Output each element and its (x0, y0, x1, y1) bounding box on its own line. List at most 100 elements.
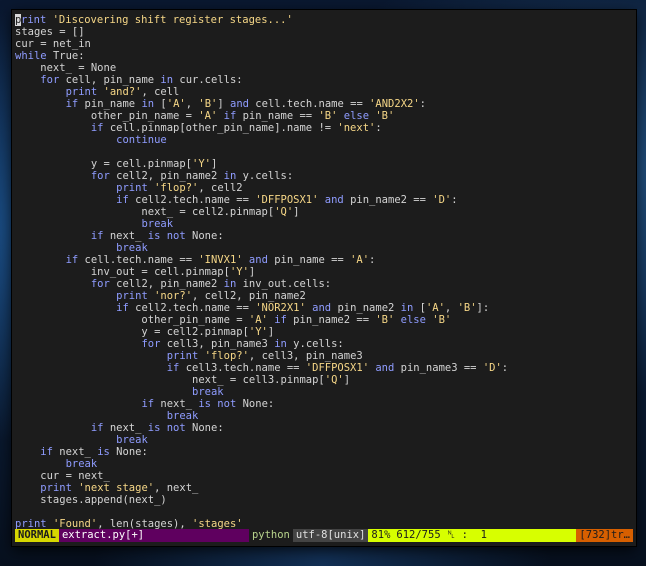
code-line[interactable]: for cell2, pin_name2 in inv_out.cells: (15, 278, 636, 290)
code-token: 'next stage' (78, 482, 155, 494)
code-token: ] (210, 158, 218, 170)
code-line[interactable]: if cell2.tech.name == 'DFFPOSX1' and pin… (15, 194, 636, 206)
code-token: cell.tech.name == (255, 98, 370, 110)
code-line[interactable]: stages.append(next_) (15, 494, 636, 506)
code-editor[interactable]: print 'Discovering shift register stages… (15, 14, 636, 530)
code-token: 'Discovering shift register stages...' (52, 14, 293, 26)
code-line[interactable]: if next_ is not None: (15, 422, 636, 434)
code-token: None: (242, 398, 275, 410)
code-line[interactable]: if cell3.tech.name == 'DFFPOSX1' and pin… (15, 362, 636, 374)
code-token: 'next' (337, 122, 376, 134)
code-token: cell, pin_name (65, 74, 161, 86)
code-line[interactable]: if cell.pinmap[other_pin_name].name != '… (15, 122, 636, 134)
code-token: pin_name2 (337, 302, 401, 314)
code-token: other_pin_name = (15, 314, 249, 326)
code-line[interactable]: break (15, 458, 636, 470)
code-token: 'DFFPOSX1' (255, 194, 325, 206)
code-line[interactable]: if next_ is None: (15, 446, 636, 458)
code-token: if (274, 314, 294, 326)
code-line[interactable]: for cell2, pin_name2 in y.cells: (15, 170, 636, 182)
code-token: 'nor?' (154, 290, 193, 302)
code-line[interactable]: inv_out = cell.pinmap['Y'] (15, 266, 636, 278)
code-token: for (90, 170, 117, 182)
code-token: pin_name (84, 98, 142, 110)
code-line[interactable]: next_ = cell3.pinmap['Q'] (15, 374, 636, 386)
code-line[interactable]: if next_ is not None: (15, 398, 636, 410)
code-token: 'D' (432, 194, 452, 206)
code-token: 'AND2X2' (369, 98, 420, 110)
code-token: ] (343, 374, 351, 386)
code-line[interactable]: print 'flop?', cell2 (15, 182, 636, 194)
code-line[interactable]: if pin_name in ['A', 'B'] and cell.tech.… (15, 98, 636, 110)
code-token: break (116, 242, 148, 254)
code-line[interactable]: print 'flop?', cell3, pin_name3 (15, 350, 636, 362)
code-line[interactable] (15, 506, 636, 518)
code-token: True: (52, 50, 85, 62)
code-line[interactable]: next_ = cell2.pinmap['Q'] (15, 206, 636, 218)
code-token: next_ (109, 230, 148, 242)
terminal-window[interactable]: print 'Discovering shift register stages… (12, 10, 636, 546)
code-line[interactable]: if cell.tech.name == 'INVX1' and pin_nam… (15, 254, 636, 266)
code-token: cur = net_in (15, 38, 91, 50)
code-token: is (97, 446, 117, 458)
code-line[interactable]: stages = [] (15, 26, 636, 38)
code-line[interactable]: for cell, pin_name in cur.cells: (15, 74, 636, 86)
code-token: ]: (476, 302, 490, 314)
code-token: else (400, 314, 433, 326)
code-line[interactable]: print 'next stage', next_ (15, 482, 636, 494)
code-token: 'B' (457, 302, 477, 314)
code-line[interactable] (15, 146, 636, 158)
code-token: y = cell2.pinmap[ (15, 326, 249, 338)
code-line[interactable]: if cell2.tech.name == 'NOR2X1' and pin_n… (15, 302, 636, 314)
code-token: break (166, 410, 199, 422)
code-line[interactable]: break (15, 434, 636, 446)
file-encoding: utf-8[unix] (292, 529, 369, 542)
code-token: 'flop?' (154, 182, 199, 194)
code-token: pin_name2 == (293, 314, 376, 326)
code-line[interactable]: break (15, 242, 636, 254)
code-line[interactable]: y = cell2.pinmap['Y'] (15, 326, 636, 338)
code-token: 'A' (248, 314, 275, 326)
code-line[interactable]: y = cell.pinmap['Y'] (15, 158, 636, 170)
code-token: for (90, 278, 117, 290)
code-line[interactable]: break (15, 410, 636, 422)
code-token: break (65, 458, 98, 470)
code-token: cell3, pin_name3 (166, 338, 275, 350)
code-token: 'NOR2X1' (255, 302, 313, 314)
code-line[interactable]: print 'Discovering shift register stages… (15, 14, 636, 26)
code-token: , (185, 98, 199, 110)
code-line[interactable]: cur = next_ (15, 470, 636, 482)
code-line[interactable]: other_pin_name = 'A' if pin_name2 == 'B'… (15, 314, 636, 326)
code-line[interactable]: print 'nor?', cell2, pin_name2 (15, 290, 636, 302)
code-token: 'B' (432, 314, 452, 326)
code-line[interactable]: next_ = None (15, 62, 636, 74)
code-token: y.cells: (293, 338, 344, 350)
code-line[interactable]: other_pin_name = 'A' if pin_name == 'B' … (15, 110, 636, 122)
code-line[interactable]: while True: (15, 50, 636, 62)
code-line[interactable]: continue (15, 134, 636, 146)
code-line[interactable]: for cell3, pin_name3 in y.cells: (15, 338, 636, 350)
code-token: rint (21, 14, 53, 26)
code-line[interactable]: if next_ is not None: (15, 230, 636, 242)
code-token: next_ = None (15, 62, 117, 74)
code-token: print (116, 182, 155, 194)
code-token: if (40, 446, 60, 458)
code-line[interactable]: print 'and?', cell (15, 86, 636, 98)
code-line[interactable]: cur = net_in (15, 38, 636, 50)
code-token: for (40, 74, 66, 86)
code-token: is not (147, 230, 193, 242)
code-token: 'flop?' (204, 350, 249, 362)
code-line[interactable]: break (15, 386, 636, 398)
code-token: None: (192, 230, 224, 242)
code-token: break (141, 218, 174, 230)
code-line[interactable]: break (15, 218, 636, 230)
code-token: print (116, 290, 155, 302)
